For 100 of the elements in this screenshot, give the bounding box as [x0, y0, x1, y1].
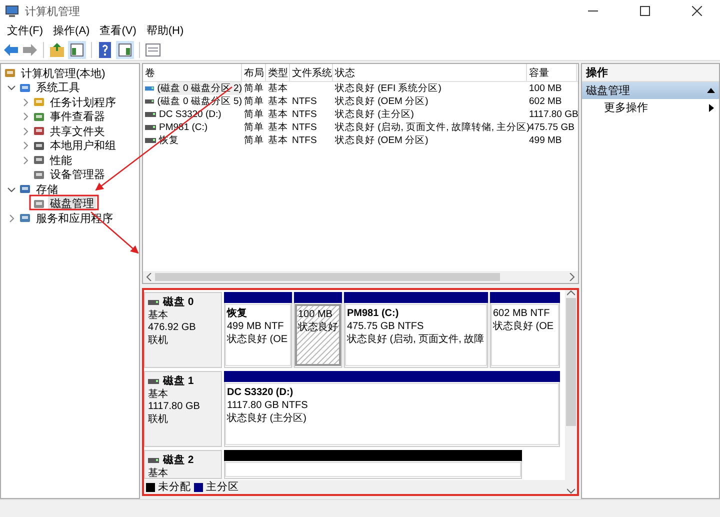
menu-item[interactable]: 查看(V): [94, 23, 142, 38]
legend-label: 主分区: [206, 480, 239, 494]
drive-icon: [145, 125, 156, 130]
table-cell: 基本: [268, 83, 288, 94]
tree-item[interactable]: 本地用户和组: [48, 138, 118, 154]
disk-info: 基本: [148, 468, 169, 480]
close-icon: [692, 6, 702, 16]
partition-block[interactable]: 恢复 499 MB NTF 状态良好 (OE: [225, 304, 291, 366]
action-item[interactable]: 更多操作: [582, 99, 719, 116]
partition-block[interactable]: DC S3320 (D:) 1117.80 GB NTFS 状态良好 (主分区): [225, 383, 559, 445]
drive-icon: [145, 112, 156, 117]
annotation-arrow: [90, 212, 139, 254]
drive-icon: [148, 300, 159, 305]
drive-icon: [145, 138, 156, 143]
table-cell: 简单: [244, 135, 264, 146]
table-cell: 简单: [244, 83, 264, 94]
table-cell: 1117.80 GB: [529, 109, 578, 120]
disk-info: 1117.80 GB: [148, 401, 201, 414]
table-cell[interactable]: (磁盘 0 磁盘分区 5): [157, 95, 242, 108]
table-cell: 基本: [268, 109, 288, 120]
tree-item[interactable]: 共享文件夹: [48, 124, 107, 139]
disk-info: 联机: [148, 334, 169, 347]
drive-icon: [145, 86, 154, 91]
table-cell: 状态良好 (启动, 页面文件, 故障转储, 主分区): [335, 122, 530, 133]
menu-item[interactable]: 文件(F): [2, 23, 48, 38]
tree-item[interactable]: 计算机管理(本地): [19, 66, 108, 81]
scroll-up-icon[interactable]: [567, 290, 575, 296]
actions-section[interactable]: 磁盘管理: [582, 82, 719, 99]
collapse-chevron-icon[interactable]: [7, 184, 16, 194]
expand-chevron-icon[interactable]: [7, 214, 16, 223]
forward-arrow-icon[interactable]: [22, 42, 38, 56]
action-pane-icon[interactable]: [116, 40, 134, 58]
help-icon[interactable]: [97, 40, 113, 58]
table-cell: 602 MB: [529, 96, 562, 107]
actions-header: 操作: [582, 64, 719, 82]
tree-item[interactable]: 存储: [34, 182, 60, 197]
scroll-left-icon[interactable]: [146, 273, 152, 281]
horizontal-scrollbar[interactable]: [143, 271, 578, 283]
window-title: 计算机管理: [25, 4, 81, 18]
disk-info: 基本: [148, 388, 169, 401]
table-cell: 475.75 GB: [529, 122, 574, 133]
menu-item[interactable]: 操作(A): [48, 23, 95, 38]
table-cell: 简单: [244, 109, 264, 120]
maximize-icon: [640, 6, 650, 16]
drive-icon: [148, 378, 159, 384]
expand-chevron-icon[interactable]: [21, 141, 30, 150]
back-arrow-icon[interactable]: [3, 42, 19, 56]
computer-icon: [5, 4, 19, 18]
scroll-right-icon[interactable]: [569, 273, 575, 281]
expand-chevron-icon[interactable]: [21, 156, 30, 165]
tree-item[interactable]: 事件查看器: [48, 109, 107, 124]
collapse-chevron-icon[interactable]: [7, 83, 16, 92]
legend-label: 未分配: [158, 480, 191, 494]
table-cell: NTFS: [292, 135, 317, 146]
table-cell: 状态良好 (EFI 系统分区): [335, 83, 442, 94]
column-header[interactable]: 文件系统: [290, 64, 333, 81]
disk-info: 基本: [148, 310, 169, 322]
expand-chevron-icon[interactable]: [21, 112, 30, 122]
tree-item[interactable]: 性能: [48, 152, 74, 168]
table-cell: 100 MB: [529, 83, 562, 94]
table-cell: 基本: [268, 135, 288, 146]
disk-name: 磁盘 2: [163, 454, 194, 466]
disk-info: 476.92 GB: [148, 322, 197, 334]
table-cell: 状态良好 (主分区): [335, 109, 414, 120]
table-cell: 状态良好 (OEM 分区): [335, 96, 428, 107]
table-cell: 499 MB: [529, 135, 562, 146]
table-cell: 基本: [268, 96, 288, 107]
table-cell: 简单: [244, 96, 264, 107]
expand-chevron-icon[interactable]: [21, 126, 30, 136]
console-tree-icon[interactable]: [68, 40, 86, 58]
column-header[interactable]: 布局: [242, 64, 266, 81]
partition-block[interactable]: 100 MB 状态良好: [295, 304, 341, 366]
disk-name: 磁盘 0: [163, 296, 194, 308]
tree-item[interactable]: 系统工具: [34, 80, 82, 96]
tree-item[interactable]: 任务计划程序: [48, 94, 118, 110]
scroll-down-icon[interactable]: [567, 488, 575, 494]
vertical-scrollbar[interactable]: [565, 290, 577, 494]
table-cell: NTFS: [292, 96, 317, 107]
table-cell[interactable]: (磁盘 0 磁盘分区 2): [157, 82, 242, 95]
partition-block[interactable]: PM981 (C:) 475.75 GB NTFS 状态良好 (启动, 页面文件, 故障: [345, 304, 487, 366]
table-cell: 状态良好 (OEM 分区): [335, 135, 428, 146]
column-header[interactable]: 容量: [527, 64, 577, 81]
column-header[interactable]: 状态: [333, 64, 527, 81]
disk-info: 联机: [148, 414, 169, 426]
up-folder-icon[interactable]: [49, 42, 65, 58]
partition-block[interactable]: 602 MB NTF 状态良好 (OE: [491, 304, 559, 366]
table-cell: 简单: [244, 122, 264, 133]
tree-item[interactable]: 设备管理器: [48, 167, 107, 182]
menu-item[interactable]: 帮助(H): [141, 23, 189, 38]
column-header[interactable]: 卷: [143, 64, 242, 81]
expand-chevron-icon[interactable]: [21, 98, 30, 107]
column-header[interactable]: 类型: [266, 64, 290, 81]
table-cell: NTFS: [292, 109, 317, 120]
table-cell: NTFS: [292, 122, 317, 133]
submenu-triangle-icon: [709, 104, 714, 112]
disk-name: 磁盘 1: [163, 375, 194, 388]
properties-icon[interactable]: [145, 42, 161, 56]
table-cell: 基本: [268, 122, 288, 133]
collapse-triangle-icon[interactable]: [707, 88, 715, 93]
highlight-frame: [29, 194, 99, 210]
